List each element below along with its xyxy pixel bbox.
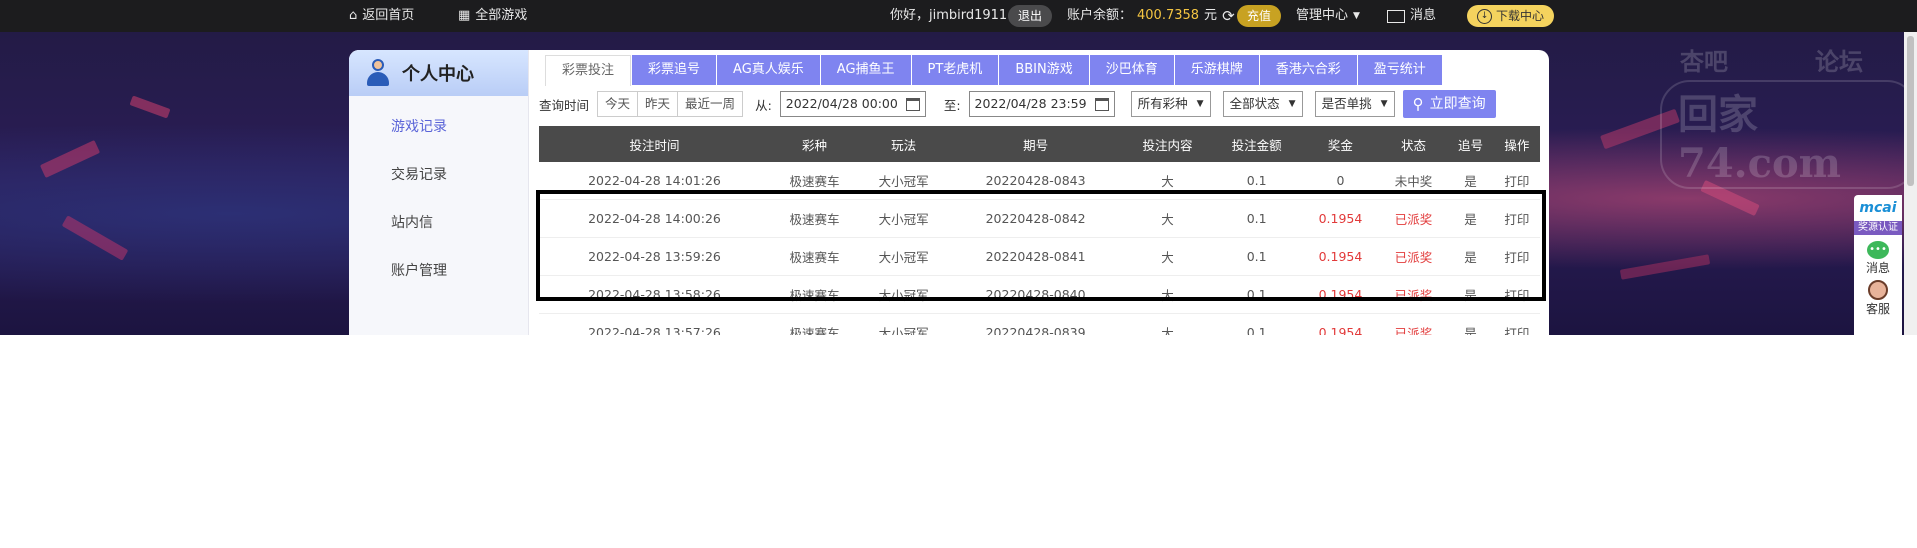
col-play-header: 玩法 [859,126,949,162]
col-prize-header: 奖金 [1301,126,1380,162]
lottery-type-select[interactable]: 所有彩种 ▼ [1130,91,1211,117]
watermark-logo: 回家74.com [1660,80,1917,189]
col-action-header: 操作 [1493,126,1540,162]
balance-value: 400.7358 [1137,8,1200,23]
all-games-link[interactable]: ▦ 全部游戏 [458,0,527,32]
col-amount-cell: 0.1 [1212,313,1302,335]
tab-leyou-chess[interactable]: 乐游棋牌 [1174,55,1259,85]
search-button[interactable]: ⚲ 立即查询 [1402,90,1496,118]
tab-bar: 彩票投注 彩票追号 AG真人娱乐 AG捕鱼王 PT老虎机 BBIN游戏 沙巴体育… [545,55,1442,86]
balance: 账户余额： 400.7358 元 ⟳ [1067,0,1235,32]
col-issue-cell: 20220428-0839 [948,313,1123,335]
single-bet-select[interactable]: 是否单挑 ▼ [1314,91,1395,117]
range-yesterday-button[interactable]: 昨天 [638,92,679,116]
range-today-button[interactable]: 今天 [598,92,639,116]
caret-down-icon: ▼ [1353,11,1360,21]
col-play-cell: 大小冠军 [859,313,949,335]
col-status-cell: 已派奖 [1379,313,1448,335]
col-chase-cell: 是 [1447,313,1494,335]
watermark-text-2: 论坛 [1815,47,1863,76]
tab-ag-fishing[interactable]: AG捕鱼王 [820,55,911,85]
agent-avatar-icon [1868,280,1888,300]
tab-bbin[interactable]: BBIN游戏 [999,55,1089,85]
sidebar-item-account[interactable]: 账户管理 [391,260,447,280]
top-bar: ⌂ 返回首页 ▦ 全部游戏 你好，jimbird1911 退出 账户余额： 40… [0,0,1917,32]
col-prize-cell: 0.1954 [1301,313,1380,335]
sidebar-item-game-records[interactable]: 游戏记录 [391,116,447,136]
tab-ag-live[interactable]: AG真人娱乐 [717,55,820,85]
status-select[interactable]: 全部状态 ▼ [1222,91,1303,117]
message-float-button[interactable]: ••• 消息 [1854,241,1902,276]
badge-caption: 奖源认证 [1854,221,1902,235]
col-lottery-header: 彩种 [769,126,860,162]
tab-hk-mark-six[interactable]: 香港六合彩 [1259,55,1357,85]
search-icon: ⚲ [1412,95,1424,113]
download-icon: ↓ [1477,8,1492,24]
mcai-badge[interactable]: mcai [1854,195,1902,221]
floating-side-bar: mcai 奖源认证 ••• 消息 客服 [1854,195,1902,335]
to-date-input[interactable]: 2022/04/28 23:59 [968,91,1115,117]
greeting-text: 你好，jimbird1911 [890,8,1008,23]
highlight-box [536,190,1546,301]
col-amount-header: 投注金额 [1212,126,1302,162]
logout-button[interactable]: 退出 [1008,5,1053,27]
caret-down-icon: ▼ [1288,99,1296,109]
col-issue-header: 期号 [948,126,1123,162]
page-scrollbar[interactable] [1904,32,1917,335]
sidebar-item-inbox[interactable]: 站内信 [391,212,433,232]
mail-icon [1387,9,1405,23]
caret-down-icon: ▼ [1380,99,1388,109]
recharge-button[interactable]: 充值 [1237,5,1282,27]
home-link[interactable]: ⌂ 返回首页 [349,0,414,32]
chat-icon: ••• [1867,241,1889,259]
table-row: 2022-04-28 13:57:26 极速赛车 大小冠军 20220428-0839… [539,313,1540,335]
filter-bar: 查询时间 今天 昨天 最近一周 从: 2022/04/28 00:00 至: 2… [539,90,1496,118]
col-content-header: 投注内容 [1122,126,1213,162]
user-avatar-icon [366,59,390,87]
col-action-cell[interactable]: 打印 [1493,313,1540,335]
col-content-cell: 大 [1122,313,1213,335]
range-week-button[interactable]: 最近一周 [678,92,742,116]
tab-saba-sports[interactable]: 沙巴体育 [1089,55,1174,85]
sidebar: 个人中心 游戏记录 交易记录 站内信 账户管理 [349,50,529,335]
calendar-icon[interactable] [1094,97,1109,111]
home-icon: ⌂ [349,8,358,23]
calendar-icon[interactable] [905,97,920,111]
download-center-button[interactable]: ↓ 下载中心 [1467,5,1555,27]
quick-range: 今天 昨天 最近一周 [597,91,744,117]
service-float-button[interactable]: 客服 [1854,280,1902,317]
col-bet-time-cell: 2022-04-28 13:57:26 [539,313,770,335]
tab-lottery-bets[interactable]: 彩票投注 [545,55,632,86]
col-status-header: 状态 [1379,126,1448,162]
col-chase-header: 追号 [1447,126,1494,162]
tab-lottery-chase[interactable]: 彩票追号 [632,55,717,85]
manage-center-menu[interactable]: 管理中心 ▼ [1296,0,1360,32]
from-date-input[interactable]: 2022/04/28 00:00 [779,91,926,117]
sidebar-item-transactions[interactable]: 交易记录 [391,164,447,184]
scrollbar-thumb[interactable] [1907,36,1914,186]
grid-icon: ▦ [458,8,471,23]
tab-pt-slots[interactable]: PT老虎机 [911,55,999,85]
sidebar-header: 个人中心 [349,50,528,96]
watermark-text-1: 杏吧 [1680,47,1728,76]
refresh-icon[interactable]: ⟳ [1222,0,1235,32]
messages-link[interactable]: 消息 [1387,0,1436,32]
sidebar-title: 个人中心 [402,64,474,85]
tab-profit-stats[interactable]: 盈亏统计 [1357,55,1442,85]
caret-down-icon: ▼ [1196,99,1204,109]
table-header-row: 投注时间 彩种 玩法 期号 投注内容 投注金额 奖金 状态 追号 操作 [539,126,1540,162]
col-bet-time-header: 投注时间 [539,126,770,162]
col-lottery-cell: 极速赛车 [769,313,860,335]
query-time-label: 查询时间 [539,97,590,113]
